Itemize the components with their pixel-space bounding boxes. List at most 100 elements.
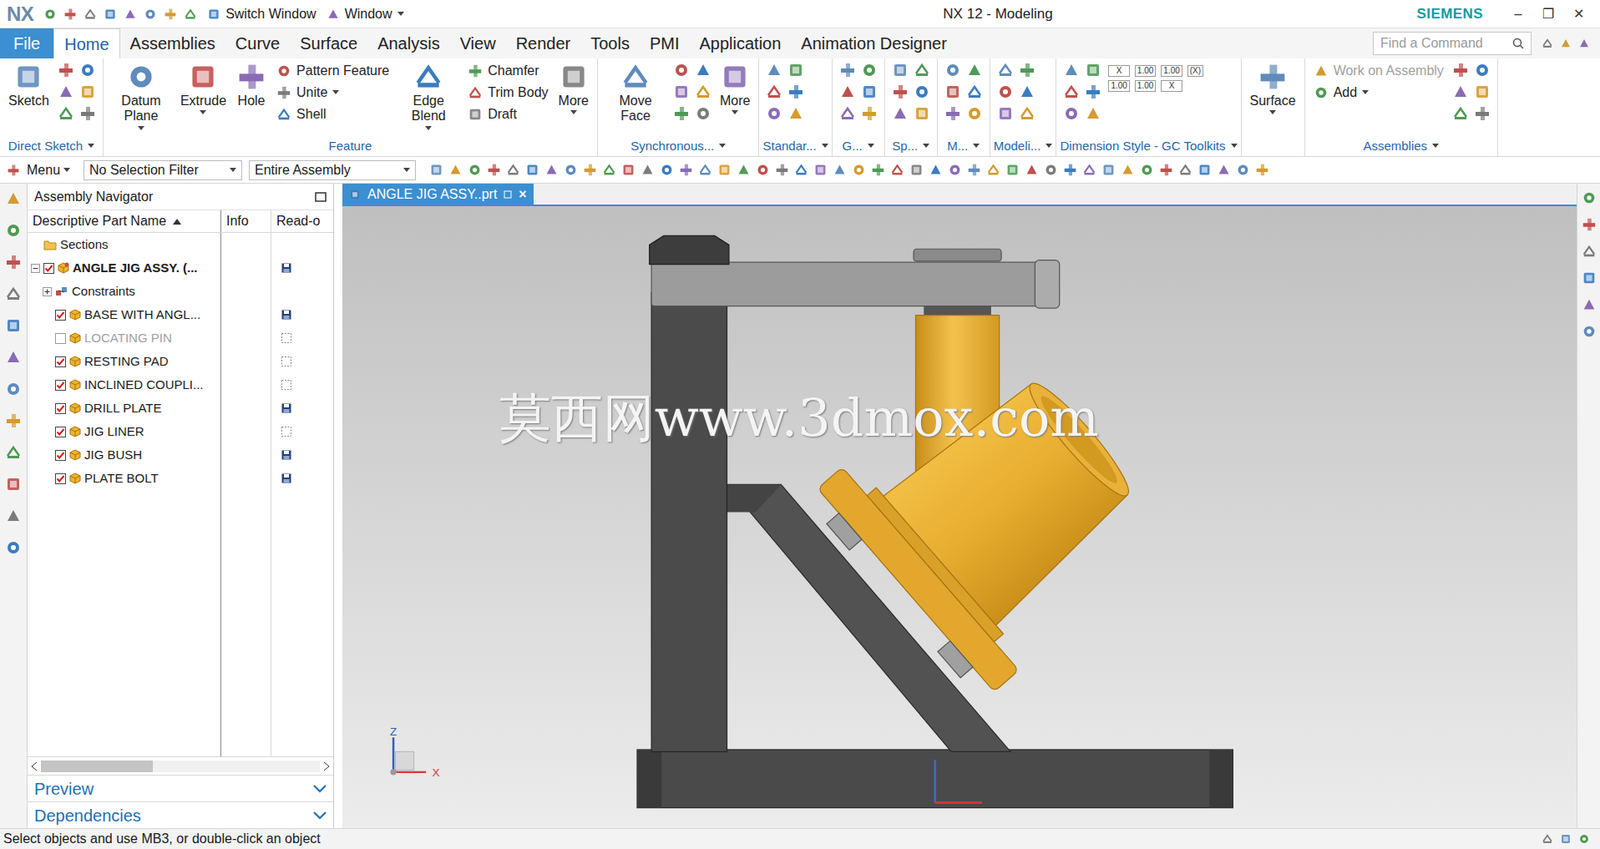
ribbon-group-title[interactable]: Sp...	[888, 136, 934, 157]
tool-icon[interactable]	[787, 61, 805, 79]
toolbar-icon[interactable]	[909, 162, 924, 178]
toolbar-icon[interactable]	[794, 162, 809, 178]
resting-pad[interactable]	[937, 641, 973, 679]
resource-bar-icon[interactable]	[5, 475, 22, 493]
dropdown-caret-icon[interactable]	[570, 110, 578, 116]
resource-bar-icon[interactable]	[5, 222, 22, 239]
expander-icon[interactable]	[42, 287, 52, 297]
dropdown-caret-icon[interactable]	[397, 11, 405, 17]
dropdown-caret-icon[interactable]	[229, 167, 237, 173]
toolbar-icon[interactable]	[947, 162, 963, 178]
tool-icon[interactable]	[913, 83, 931, 101]
window-control-button[interactable]: ✕	[1563, 4, 1594, 25]
quick-access-button[interactable]: Window	[326, 4, 405, 25]
tree-row[interactable]: JIG BUSH	[27, 443, 334, 467]
dimension-style-button[interactable]: 1.00	[1160, 65, 1182, 77]
tool-icon[interactable]	[1018, 83, 1036, 101]
toolbar-icon[interactable]	[1063, 162, 1078, 178]
command-icon[interactable]	[276, 106, 292, 122]
side-tool-icon[interactable]	[1581, 190, 1597, 206]
dropdown-caret-icon[interactable]	[1269, 110, 1276, 116]
ribbon-large-button[interactable]: Sketch	[3, 58, 55, 109]
ribbon-large-button[interactable]: Move Face	[601, 58, 670, 125]
dropdown-caret-icon[interactable]	[332, 90, 340, 96]
dropdown-caret-icon[interactable]	[972, 143, 980, 149]
tool-icon[interactable]	[1084, 105, 1102, 122]
toolbar-icon[interactable]	[429, 162, 444, 178]
tool-icon[interactable]	[1452, 83, 1469, 101]
tree-row[interactable]: JIG LINER	[27, 420, 334, 444]
selection-filter-select[interactable]: No Selection Filter	[83, 160, 243, 181]
ribbon-large-button[interactable]: Hole	[231, 58, 272, 109]
resource-bar-icon[interactable]	[5, 285, 22, 303]
toolbar-icon[interactable]	[621, 162, 636, 178]
tool-icon[interactable]	[997, 61, 1014, 79]
dropdown-caret-icon[interactable]	[1432, 143, 1439, 149]
tool-icon[interactable]	[787, 105, 805, 122]
command-icon[interactable]	[1257, 61, 1288, 92]
dropdown-caret-icon[interactable]	[137, 126, 145, 132]
dropdown-caret-icon[interactable]	[718, 143, 726, 149]
column-header-cell[interactable]: Read-o	[271, 210, 334, 233]
resource-bar-icon[interactable]	[5, 317, 22, 335]
visibility-checkbox[interactable]	[55, 473, 66, 485]
tool-icon[interactable]	[1018, 61, 1036, 79]
inclined-coupling[interactable]	[805, 315, 1179, 704]
quick-access-icon[interactable]	[123, 7, 137, 21]
command-icon[interactable]	[276, 85, 292, 101]
command-icon[interactable]	[1313, 85, 1329, 101]
ribbon-group-title[interactable]	[1245, 136, 1302, 157]
ribbon-tab[interactable]: Home	[53, 28, 120, 59]
toolbar-icon[interactable]	[890, 162, 905, 178]
quick-access-icon[interactable]	[143, 7, 157, 21]
dropdown-caret-icon[interactable]	[1230, 143, 1238, 149]
command-icon[interactable]	[558, 61, 589, 92]
tool-icon[interactable]	[966, 83, 983, 101]
side-tool-icon[interactable]	[1581, 324, 1597, 340]
command-icon[interactable]	[467, 63, 483, 79]
visibility-checkbox[interactable]	[55, 426, 66, 438]
menu-button[interactable]: Menu	[26, 160, 77, 181]
toolbar-icon[interactable]	[1024, 162, 1039, 178]
tool-icon[interactable]	[57, 61, 75, 79]
toolbar-icon[interactable]	[448, 162, 463, 178]
dropdown-caret-icon[interactable]	[1045, 143, 1053, 149]
tool-icon[interactable]	[997, 83, 1014, 101]
ribbon-group-title[interactable]: Synchronous...	[601, 136, 755, 157]
command-icon[interactable]	[413, 61, 444, 92]
quick-access-icon[interactable]	[63, 7, 77, 21]
quick-access-icon[interactable]	[103, 7, 117, 21]
toolbar-icon[interactable]	[717, 162, 732, 178]
ribbon-group-title[interactable]: Modeli...	[993, 136, 1054, 157]
ribbon-large-button[interactable]: Datum Plane	[106, 58, 176, 132]
toolbar-icon[interactable]	[1139, 162, 1155, 178]
toolbar-icon[interactable]	[640, 162, 655, 178]
toolbar-icon[interactable]	[1178, 162, 1193, 178]
toolbar-icon[interactable]	[467, 162, 482, 178]
scroll-right-icon[interactable]	[323, 762, 330, 771]
resource-bar-icon[interactable]	[5, 539, 22, 557]
toolbar-icon[interactable]	[967, 162, 982, 178]
toolbar-icon[interactable]	[1235, 162, 1251, 178]
window-icon[interactable]	[207, 7, 221, 21]
visibility-checkbox[interactable]	[55, 403, 66, 415]
command-icon[interactable]	[467, 106, 483, 122]
ribbon-tab[interactable]: Analysis	[367, 28, 450, 59]
navigator-panel-header[interactable]: Preview	[27, 774, 334, 802]
resource-bar-icon[interactable]	[5, 380, 22, 398]
ribbon-large-button[interactable]: Surface	[1245, 58, 1302, 116]
command-icon[interactable]	[467, 85, 483, 101]
quick-access-button[interactable]: Switch Window	[207, 4, 316, 25]
tool-icon[interactable]	[57, 83, 75, 101]
horizontal-scrollbar[interactable]	[27, 756, 334, 775]
command-icon[interactable]	[1313, 63, 1329, 79]
quick-access-icon[interactable]	[83, 7, 97, 21]
chevron-icon[interactable]	[313, 784, 327, 794]
ribbon-group-title[interactable]: Feature	[106, 136, 594, 157]
ribbon-group-title[interactable]: Dimension Style - GC Toolkits	[1059, 136, 1237, 157]
tool-icon[interactable]	[913, 105, 931, 122]
tool-icon[interactable]	[787, 83, 805, 101]
tool-icon[interactable]	[673, 83, 690, 101]
ribbon-small-button[interactable]: Pattern Feature	[276, 61, 390, 81]
ribbon-tab[interactable]: Application	[689, 28, 792, 59]
